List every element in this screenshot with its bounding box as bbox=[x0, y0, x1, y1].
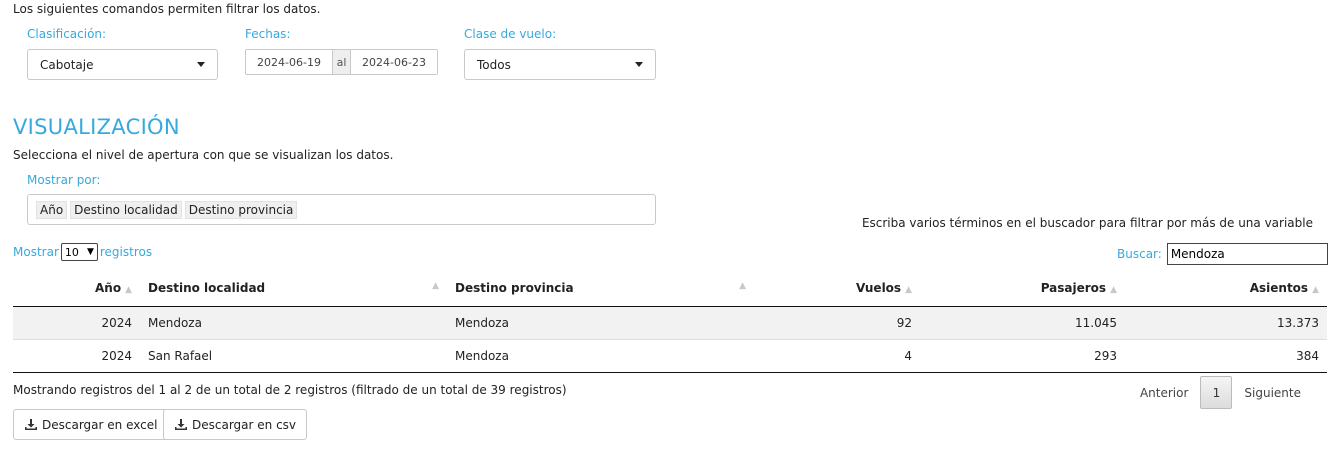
table-search: Buscar: Mendoza bbox=[1117, 243, 1328, 265]
col-header-asientos[interactable]: Asientos ▲︎ bbox=[1125, 270, 1327, 307]
table-header-row: Año ▲︎ Destino localidad ▲︎ Destino provin… bbox=[13, 270, 1327, 307]
clase-label: Clase de vuelo: bbox=[464, 27, 557, 41]
date-range: 2024-06-19 al 2024-06-23 bbox=[245, 49, 438, 75]
col-header-anio[interactable]: Año ▲︎ bbox=[13, 270, 140, 307]
clasificacion-value: Cabotaje bbox=[40, 57, 94, 72]
section-title: VISUALIZACIÓN bbox=[13, 115, 180, 139]
mostrar-por-label: Mostrar por: bbox=[27, 173, 101, 187]
download-icon bbox=[175, 418, 187, 430]
filters-intro: Los siguientes comandos permiten filtrar… bbox=[13, 2, 321, 16]
download-csv-label: Descargar en csv bbox=[192, 417, 297, 432]
cell-destino-localidad: Mendoza bbox=[140, 306, 447, 340]
cell-asientos: 384 bbox=[1125, 339, 1327, 373]
clase-select[interactable]: Todos bbox=[464, 49, 656, 80]
table-row: 2024 San Rafael Mendoza 4 293 384 bbox=[13, 339, 1327, 373]
pagination-next[interactable]: Siguiente bbox=[1232, 377, 1313, 409]
chevron-down-icon: ▼ bbox=[86, 247, 94, 257]
cell-destino-localidad: San Rafael bbox=[140, 339, 447, 373]
table-info: Mostrando registros del 1 al 2 de un tot… bbox=[13, 383, 567, 397]
sort-icon: ▲︎ bbox=[125, 284, 132, 295]
cell-destino-provincia: Mendoza bbox=[447, 339, 754, 373]
clasificacion-select[interactable]: Cabotaje bbox=[27, 49, 218, 80]
col-header-pasajeros[interactable]: Pasajeros ▲︎ bbox=[920, 270, 1125, 307]
col-header-destino-provincia[interactable]: Destino provincia ▲︎ bbox=[447, 270, 754, 307]
download-csv-button[interactable]: Descargar en csv bbox=[163, 409, 308, 440]
page-length-value: 10 bbox=[64, 245, 79, 259]
chevron-down-icon bbox=[197, 62, 205, 67]
search-label: Buscar: bbox=[1117, 247, 1162, 261]
sort-icon: ▲︎ bbox=[905, 284, 912, 295]
col-header-destino-localidad[interactable]: Destino localidad ▲︎ bbox=[140, 270, 447, 307]
date-end-input[interactable]: 2024-06-23 bbox=[351, 50, 437, 74]
length-post-label: registros bbox=[99, 245, 153, 259]
table-row: 2024 Mendoza Mendoza 92 11.045 13.373 bbox=[13, 306, 1327, 340]
download-excel-button[interactable]: Descargar en excel bbox=[13, 409, 169, 440]
section-description: Selecciona el nivel de apertura con que … bbox=[13, 148, 394, 162]
download-icon bbox=[25, 418, 37, 430]
clasificacion-label: Clasificación: bbox=[27, 27, 107, 41]
cell-vuelos: 92 bbox=[754, 306, 920, 340]
mostrar-por-multiselect[interactable]: Año Destino localidad Destino provincia bbox=[27, 194, 656, 225]
page-length-select[interactable]: 10 ▼ bbox=[60, 243, 98, 261]
length-pre-label: Mostrar bbox=[13, 245, 59, 259]
pagination-previous[interactable]: Anterior bbox=[1128, 377, 1200, 409]
download-excel-label: Descargar en excel bbox=[42, 417, 158, 432]
cell-anio: 2024 bbox=[13, 306, 140, 340]
search-input[interactable]: Mendoza bbox=[1166, 243, 1328, 265]
search-help-text: Escriba varios términos en el buscador p… bbox=[861, 216, 1313, 230]
chip-destino-localidad[interactable]: Destino localidad bbox=[70, 200, 182, 219]
cell-vuelos: 4 bbox=[754, 339, 920, 373]
date-start-input[interactable]: 2024-06-19 bbox=[246, 50, 332, 74]
sort-icon: ▲︎ bbox=[739, 280, 746, 291]
pagination: Anterior 1 Siguiente bbox=[1128, 376, 1313, 409]
date-separator: al bbox=[332, 50, 351, 74]
pagination-page-1[interactable]: 1 bbox=[1200, 376, 1233, 409]
data-table: Año ▲︎ Destino localidad ▲︎ Destino provin… bbox=[13, 270, 1327, 373]
clase-value: Todos bbox=[477, 57, 511, 72]
cell-pasajeros: 11.045 bbox=[920, 306, 1125, 340]
chip-anio[interactable]: Año bbox=[36, 200, 68, 219]
page-length: Mostrar 10 ▼ registros bbox=[13, 243, 152, 261]
cell-asientos: 13.373 bbox=[1125, 306, 1327, 340]
chevron-down-icon bbox=[635, 62, 643, 67]
sort-icon: ▲︎ bbox=[1312, 284, 1319, 295]
sort-icon: ▲︎ bbox=[1110, 284, 1117, 295]
cell-destino-provincia: Mendoza bbox=[447, 306, 754, 340]
fechas-label: Fechas: bbox=[245, 27, 291, 41]
cell-pasajeros: 293 bbox=[920, 339, 1125, 373]
sort-icon: ▲︎ bbox=[432, 280, 439, 291]
cell-anio: 2024 bbox=[13, 339, 140, 373]
chip-destino-provincia[interactable]: Destino provincia bbox=[184, 200, 298, 219]
col-header-vuelos[interactable]: Vuelos ▲︎ bbox=[754, 270, 920, 307]
